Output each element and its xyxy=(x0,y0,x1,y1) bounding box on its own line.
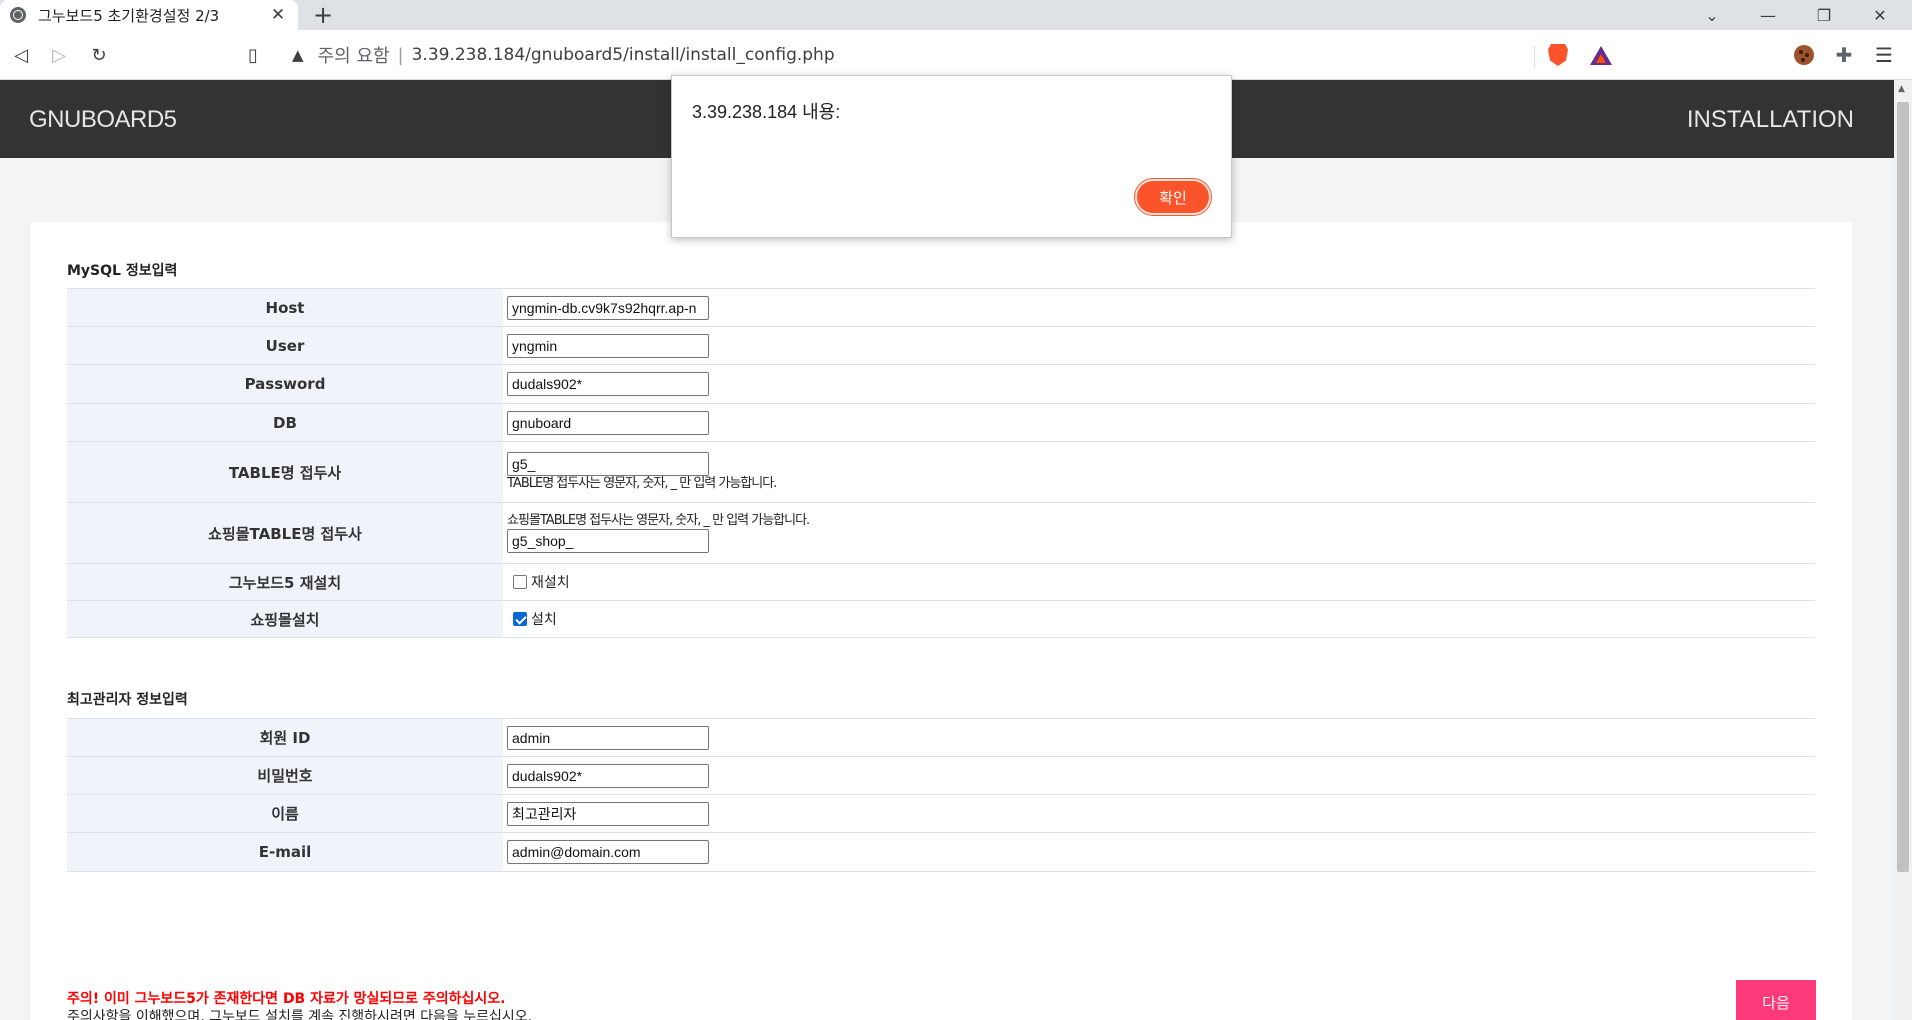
restore-icon[interactable]: ❐ xyxy=(1796,0,1852,30)
tab-title: 그누보드5 초기환경설정 2/3 xyxy=(38,6,220,25)
scroll-up-icon[interactable]: ▲ xyxy=(1898,84,1905,94)
new-tab-button[interactable]: + xyxy=(310,2,336,28)
shop-install-checkbox-label: 설치 xyxy=(531,612,557,628)
table-row: Host xyxy=(67,288,1815,327)
table-row: E-mail xyxy=(67,832,1815,872)
installation-label: INSTALLATION xyxy=(1686,106,1854,133)
admin-password-label: 비밀번호 xyxy=(67,756,503,795)
table-row: User xyxy=(67,326,1815,365)
table-row: 쇼핑몰TABLE명 접두사 쇼핑몰TABLE명 접두사는 영문자, 숫자, _ … xyxy=(67,502,1815,564)
tab-search-icon[interactable]: ⌄ xyxy=(1684,0,1740,30)
page-scrollbar[interactable]: ▲ xyxy=(1894,80,1912,1020)
table-row: 비밀번호 xyxy=(67,756,1815,795)
shop-install-checkbox[interactable] xyxy=(513,612,527,626)
window-close-icon[interactable]: ✕ xyxy=(1852,0,1908,30)
alert-title: 3.39.238.184 내용: xyxy=(692,102,841,122)
browser-toolbar: ◁ ▷ ↻ ▯ ▲ 주의 요함 | 3.39.238.184/gnuboard5… xyxy=(0,30,1912,80)
member-id-input[interactable] xyxy=(507,725,709,750)
admin-section-title: 최고관리자 정보입력 xyxy=(67,692,188,708)
table-prefix-label: TABLE명 접두사 xyxy=(67,441,503,503)
table-row: 쇼핑몰설치 설치 xyxy=(67,600,1815,638)
continue-instruction: 주의사항을 이해했으며, 그누보드 설치를 계속 진행하시려면 다음을 누르십시… xyxy=(67,1009,533,1020)
address-bar[interactable]: ▲ 주의 요함 | 3.39.238.184/gnuboard5/install… xyxy=(280,39,1624,71)
member-id-label: 회원 ID xyxy=(67,718,503,757)
shop-prefix-help: 쇼핑몰TABLE명 접두사는 영문자, 숫자, _ 만 입력 가능합니다. xyxy=(507,513,810,528)
admin-table: 회원 ID 비밀번호 이름 E-mail xyxy=(67,718,1815,872)
browser-tab[interactable]: 그누보드5 초기환경설정 2/3 ✕ xyxy=(0,0,298,30)
brave-shield-icon[interactable] xyxy=(1545,42,1571,68)
menu-icon[interactable]: ☰ xyxy=(1871,42,1897,68)
db-label: DB xyxy=(67,403,503,442)
minimize-icon[interactable]: — xyxy=(1740,0,1796,30)
url-separator: | xyxy=(397,44,404,66)
install-form: MySQL 정보입력 Host User Password DB TABLE명 … xyxy=(30,222,1852,1020)
email-label: E-mail xyxy=(67,832,503,872)
admin-password-input[interactable] xyxy=(507,763,709,788)
user-input[interactable] xyxy=(507,333,709,358)
globe-icon xyxy=(10,7,26,23)
name-label: 이름 xyxy=(67,794,503,833)
table-row: 그누보드5 재설치 재설치 xyxy=(67,563,1815,601)
url-text: 3.39.238.184/gnuboard5/install/install_c… xyxy=(411,45,835,65)
omnibox-divider xyxy=(1534,46,1535,68)
puzzle-icon[interactable]: ✚ xyxy=(1831,42,1857,68)
shop-prefix-input[interactable] xyxy=(507,529,709,553)
reinstall-checkbox-label: 재설치 xyxy=(531,575,570,591)
table-prefix-input[interactable] xyxy=(507,452,709,476)
password-input[interactable] xyxy=(507,372,709,396)
table-row: DB xyxy=(67,403,1815,442)
security-warning: 주의 요함 xyxy=(317,46,390,67)
alert-dialog: 3.39.238.184 내용: 확인 xyxy=(671,75,1232,238)
tab-close-icon[interactable]: ✕ xyxy=(268,5,288,25)
table-row: 회원 ID xyxy=(67,718,1815,757)
host-input[interactable] xyxy=(507,295,709,320)
name-input[interactable] xyxy=(507,801,709,826)
mysql-section-title: MySQL 정보입력 xyxy=(67,263,178,279)
bookmark-icon[interactable]: ▯ xyxy=(238,40,268,70)
shop-prefix-label: 쇼핑몰TABLE명 접두사 xyxy=(67,502,503,564)
browser-tab-strip: 그누보드5 초기환경설정 2/3 ✕ + ⌄ — ❐ ✕ xyxy=(0,0,1912,30)
next-button[interactable]: 다음 xyxy=(1736,980,1816,1020)
site-brand: GNUBOARD5 xyxy=(29,106,177,133)
brave-rewards-icon[interactable] xyxy=(1588,42,1614,68)
reinstall-label: 그누보드5 재설치 xyxy=(67,563,503,601)
mysql-table: Host User Password DB TABLE명 접두사 TABLE명 … xyxy=(67,288,1815,638)
forward-arrow-icon[interactable]: ▷ xyxy=(44,40,74,70)
table-row: Password xyxy=(67,364,1815,404)
shop-install-label: 쇼핑몰설치 xyxy=(67,600,503,638)
overwrite-warning: 주의! 이미 그누보드5가 존재한다면 DB 자료가 망실되므로 주의하십시오. xyxy=(67,991,506,1007)
password-label: Password xyxy=(67,364,503,404)
table-prefix-help: TABLE명 접두사는 영문자, 숫자, _ 만 입력 가능합니다. xyxy=(507,476,777,491)
alert-ok-button[interactable]: 확인 xyxy=(1135,179,1211,215)
host-label: Host xyxy=(67,288,503,327)
scroll-thumb[interactable] xyxy=(1897,102,1909,872)
email-input[interactable] xyxy=(507,840,709,864)
warning-triangle-icon: ▲ xyxy=(292,46,304,64)
reload-icon[interactable]: ↻ xyxy=(84,40,114,70)
reinstall-checkbox[interactable] xyxy=(513,575,527,589)
cookie-icon[interactable] xyxy=(1791,42,1817,68)
table-row: TABLE명 접두사 TABLE명 접두사는 영문자, 숫자, _ 만 입력 가… xyxy=(67,441,1815,503)
db-input[interactable] xyxy=(507,410,709,435)
user-label: User xyxy=(67,326,503,365)
back-arrow-icon[interactable]: ◁ xyxy=(6,40,36,70)
table-row: 이름 xyxy=(67,794,1815,833)
